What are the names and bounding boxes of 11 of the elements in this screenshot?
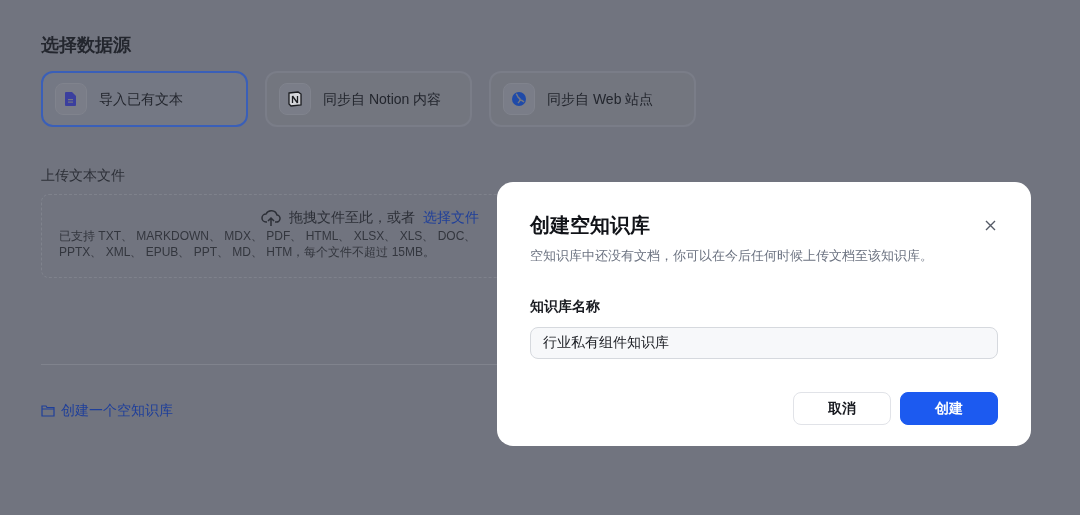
source-label: 导入已有文本 (99, 89, 183, 109)
supported-formats-text: 已支持 TXT、 MARKDOWN、 MDX、 PDF、 HTML、 XLSX、 XLS、 DOC、 (59, 228, 477, 244)
upload-prompt: 拖拽文件至此，或者 (289, 208, 415, 227)
field-label: 知识库名称 (530, 296, 601, 316)
create-empty-text: 创建一个空知识库 (61, 401, 173, 420)
section-title: 选择数据源 (41, 34, 132, 57)
upload-label: 上传文本文件 (41, 166, 126, 185)
source-label: 同步自 Web 站点 (547, 89, 654, 109)
dialog-title: 创建空知识库 (530, 213, 650, 238)
supported-formats-text: PPTX、 XML、 EPUB、 PPT、 MD、 HTM，每个文件不超过 15MB。 (59, 244, 436, 260)
source-label: 同步自 Notion 内容 (323, 89, 442, 109)
